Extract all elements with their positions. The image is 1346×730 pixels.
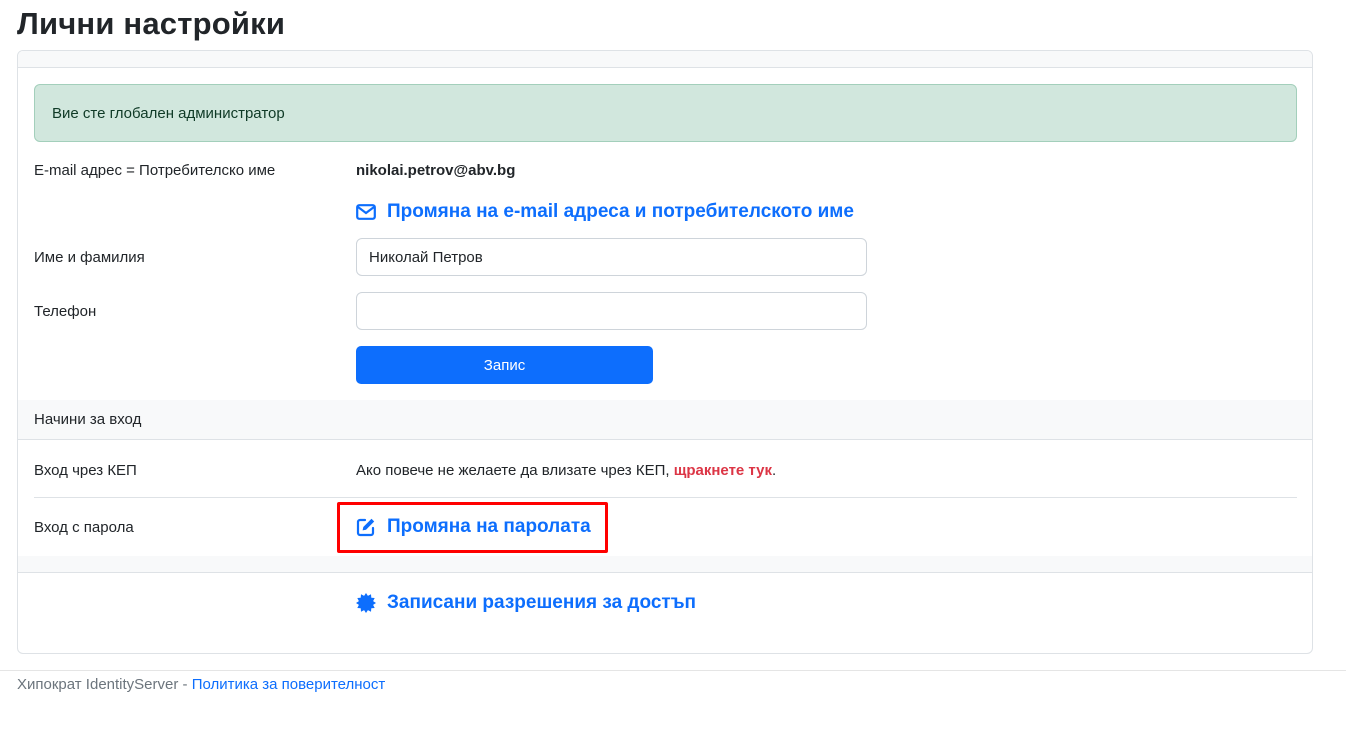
change-password-link[interactable]: Промяна на паролата	[356, 516, 591, 538]
privacy-policy-link[interactable]: Политика за поверителност	[192, 676, 386, 693]
kep-disable-link[interactable]: щракнете тук	[674, 462, 772, 479]
email-label: E-mail адрес = Потребителско име	[34, 162, 276, 179]
phone-label: Телефон	[34, 303, 97, 320]
login-methods-header	[18, 400, 1312, 440]
footer-text: Хипократ IdentityServer -	[17, 676, 192, 693]
kep-suffix: .	[772, 462, 777, 479]
badge-icon	[356, 593, 376, 613]
permissions-label: Записани разрешения за достъп	[387, 592, 697, 613]
password-label: Вход с парола	[34, 519, 134, 536]
kep-text: Ако повече не желаете да влизате чрез КЕ…	[356, 462, 674, 479]
footer: Хипократ IdentityServer - Политика за по…	[17, 676, 385, 693]
change-email-label: Промяна на e-mail адреса и потребителско…	[387, 201, 854, 222]
change-email-link[interactable]: Промяна на e-mail адреса и потребителско…	[356, 201, 854, 223]
email-value: nikolai.petrov@abv.bg	[356, 162, 516, 179]
phone-input[interactable]	[356, 292, 867, 330]
edit-icon	[356, 518, 375, 537]
change-password-label: Промяна на паролата	[387, 516, 591, 537]
kep-label: Вход чрез КЕП	[34, 462, 137, 479]
card-header	[18, 51, 1312, 68]
settings-card: Вие сте глобален администратор E-mail ад…	[17, 50, 1313, 654]
permissions-divider	[18, 556, 1312, 573]
save-button[interactable]: Запис	[356, 346, 653, 384]
envelope-icon	[356, 204, 376, 220]
admin-alert: Вие сте глобален администратор	[34, 84, 1297, 142]
footer-divider	[0, 670, 1346, 671]
page-title: Лични настройки	[17, 6, 286, 41]
permissions-link[interactable]: Записани разрешения за достъп	[356, 592, 696, 614]
kep-description: Ако повече не желаете да влизате чрез КЕ…	[356, 462, 776, 479]
login-methods-title: Начини за вход	[34, 411, 142, 428]
name-input[interactable]	[356, 238, 867, 276]
name-label: Име и фамилия	[34, 249, 145, 266]
divider	[34, 497, 1297, 498]
